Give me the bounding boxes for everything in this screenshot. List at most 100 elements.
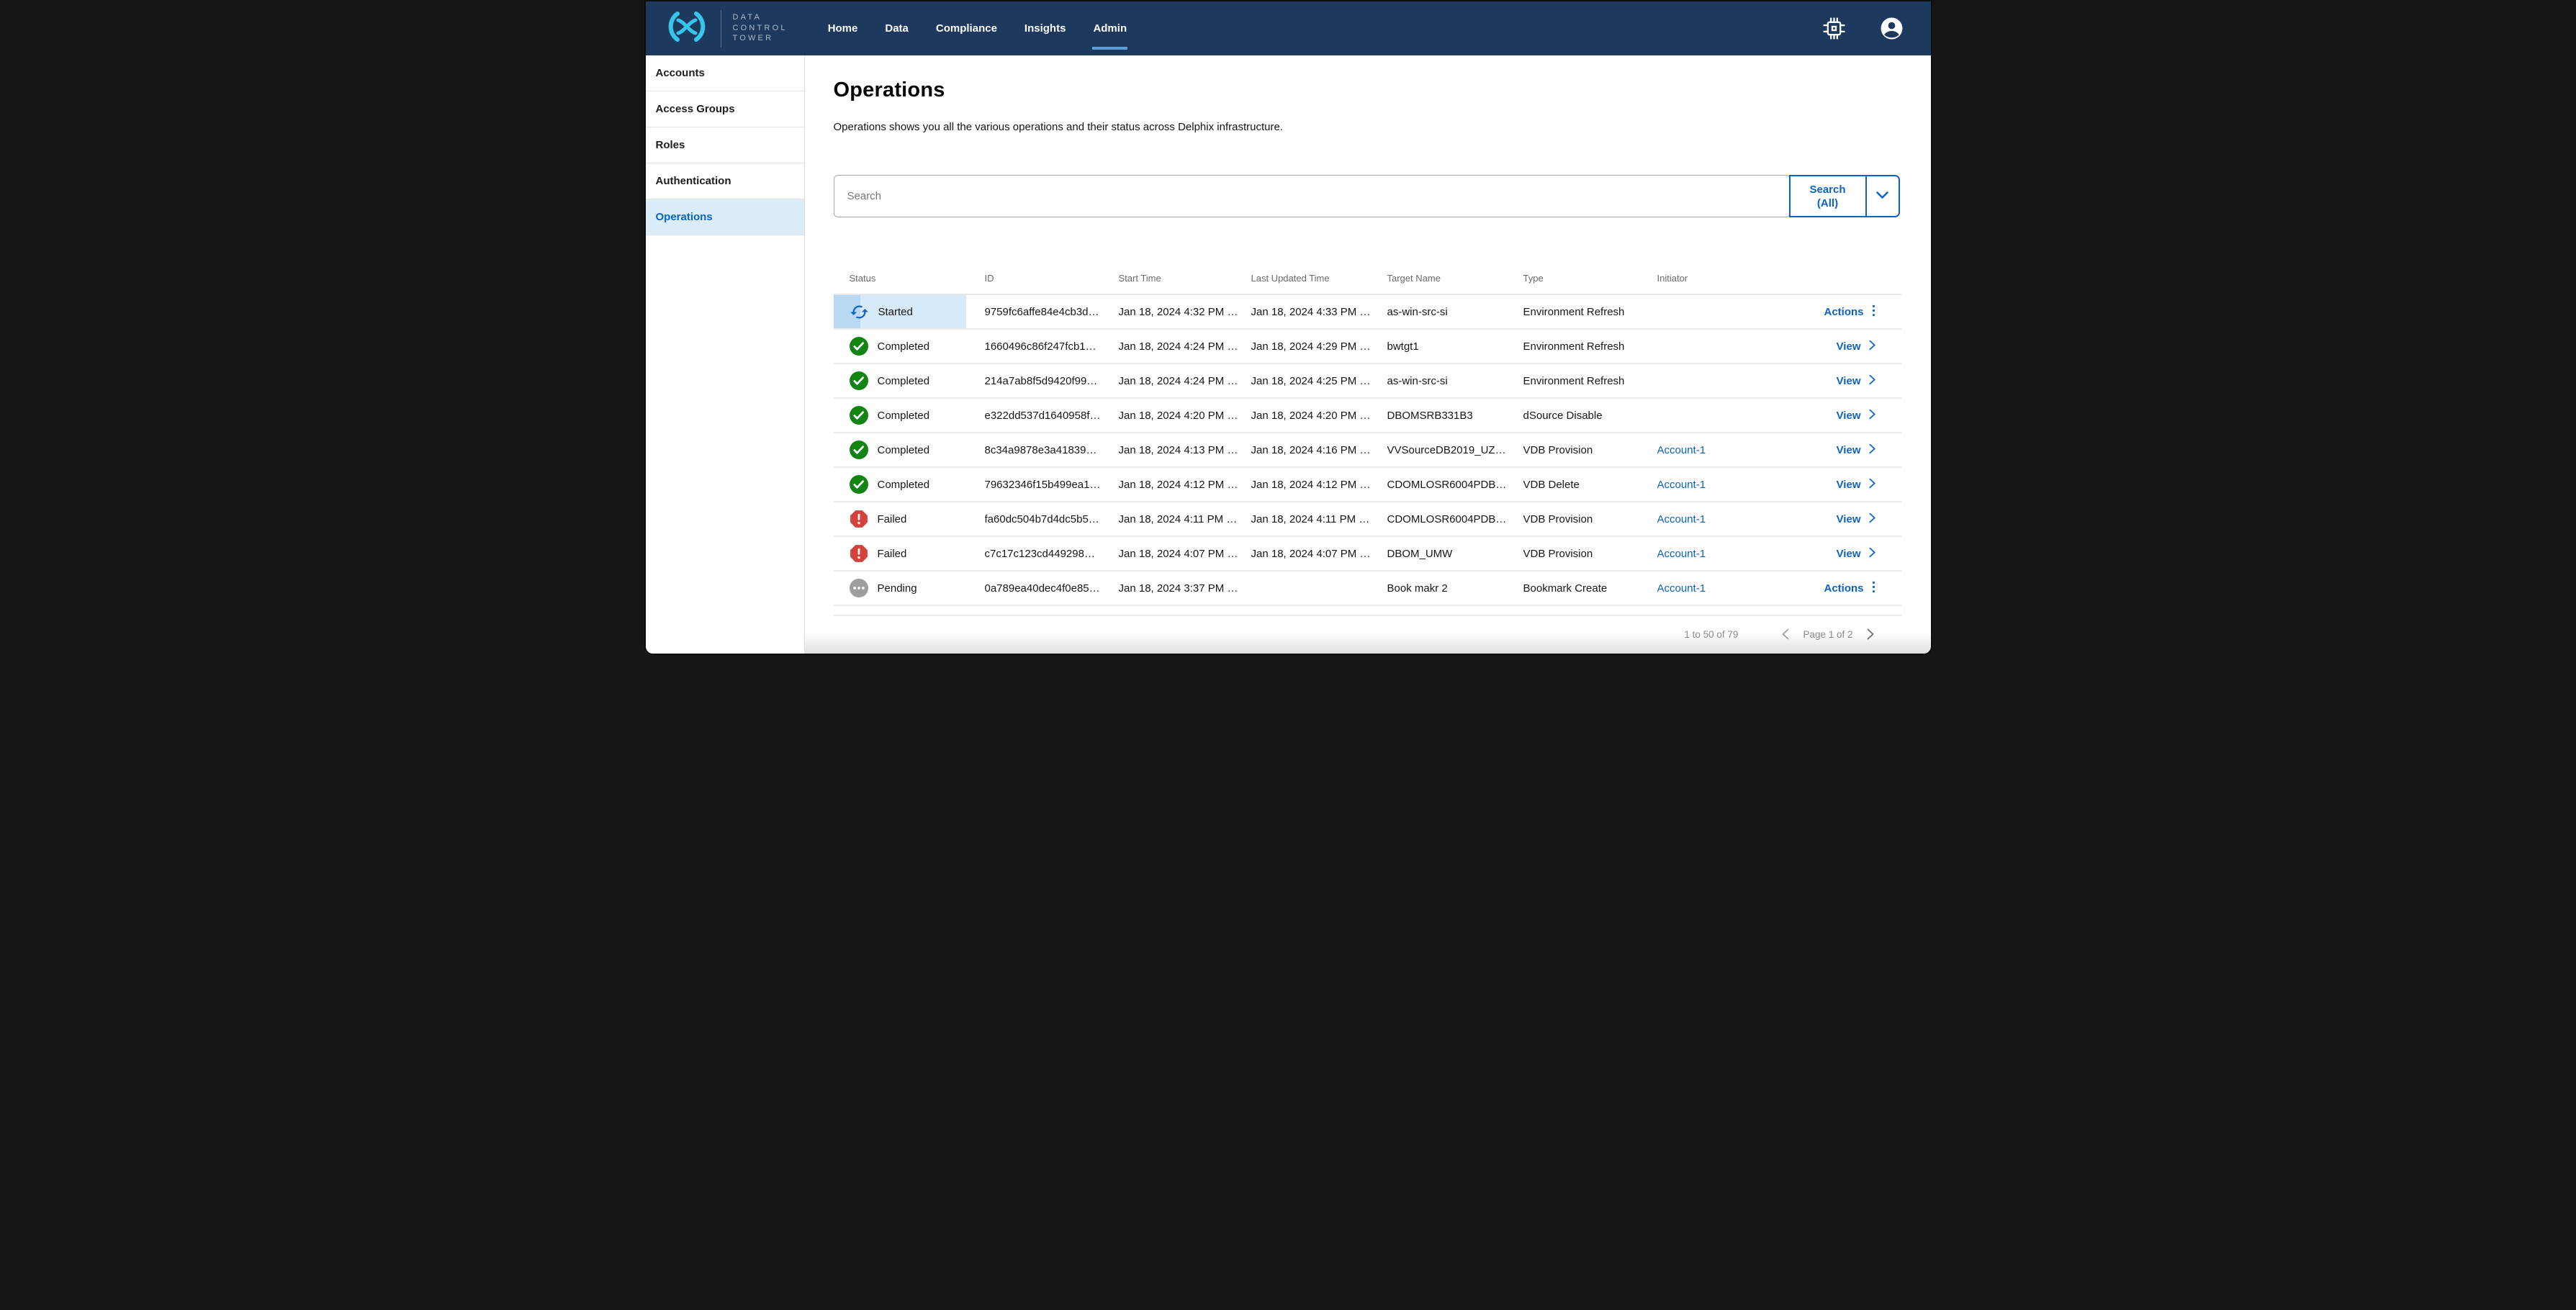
sync-icon <box>850 302 869 322</box>
brand-line-3: TOWER <box>733 34 788 44</box>
nav-item-admin[interactable]: Admin <box>1093 1 1127 55</box>
status-cell: Started <box>834 295 985 328</box>
brand-line-1: DATA <box>733 13 788 23</box>
table-row: Completed 214a7ab8f5d9420f99… Jan 18, 20… <box>834 364 1901 399</box>
view-link[interactable]: View <box>1837 443 1875 457</box>
search-button-group: Search (All) <box>1789 175 1900 217</box>
start-time: Jan 18, 2024 4:24 PM … <box>1119 340 1251 353</box>
actions-button[interactable]: Actions <box>1824 580 1875 597</box>
status-label: Completed <box>878 410 930 422</box>
operation-type: VDB Delete <box>1523 479 1657 491</box>
initiator-cell: Account-1 <box>1657 513 1773 525</box>
api-chip-icon[interactable] <box>1823 17 1845 40</box>
pagination-page: Page 1 of 2 <box>1803 629 1852 640</box>
chevron-left-icon[interactable] <box>1780 627 1791 641</box>
data-control-tower-app: DATA CONTROL TOWER Home Data Compliance Ins… <box>644 0 1932 655</box>
start-time: Jan 18, 2024 4:12 PM … <box>1119 479 1251 491</box>
delphix-x-logo-icon <box>663 10 711 47</box>
view-link[interactable]: View <box>1837 547 1875 561</box>
initiator-link[interactable]: Account-1 <box>1657 479 1706 491</box>
sidebar-item-accounts[interactable]: Accounts <box>646 55 804 91</box>
view-link[interactable]: View <box>1837 478 1875 492</box>
view-label: View <box>1837 444 1861 456</box>
chevron-down-icon <box>1876 191 1888 202</box>
status-cell: Completed <box>834 364 985 397</box>
search-bar: Search (All) <box>834 175 1901 217</box>
view-link[interactable]: View <box>1837 409 1875 423</box>
last-updated-time: Jan 18, 2024 4:33 PM … <box>1251 306 1387 318</box>
view-link[interactable]: View <box>1837 374 1875 388</box>
table-row: Completed 79632346f15b499ea1… Jan 18, 20… <box>834 468 1901 502</box>
search-all-button[interactable]: Search (All) <box>1791 176 1865 216</box>
sidebar-item-operations[interactable]: Operations <box>646 199 804 235</box>
operation-type: VDB Provision <box>1523 513 1657 525</box>
nav-item-label: Admin <box>1093 22 1127 35</box>
target-name: bwtgt1 <box>1387 340 1523 353</box>
status-cell: Completed <box>834 468 985 501</box>
sidebar-item-roles[interactable]: Roles <box>646 127 804 163</box>
nav-item-compliance[interactable]: Compliance <box>936 1 997 55</box>
nav-item-label: Insights <box>1024 22 1066 35</box>
top-navbar: DATA CONTROL TOWER Home Data Compliance Ins… <box>646 1 1931 55</box>
action-cell: View <box>1773 340 1901 353</box>
last-updated-time: Jan 18, 2024 4:20 PM … <box>1251 410 1387 422</box>
chevron-right-icon <box>1869 443 1875 457</box>
sidebar-item-label: Access Groups <box>656 103 735 115</box>
nav-item-insights[interactable]: Insights <box>1024 1 1066 55</box>
error-octagon-icon <box>850 544 868 563</box>
view-label: View <box>1837 340 1861 353</box>
search-scope-dropdown[interactable] <box>1867 176 1899 216</box>
target-name: as-win-src-si <box>1387 306 1523 318</box>
column-header-target-name: Target Name <box>1387 273 1523 284</box>
check-circle-icon <box>850 337 868 356</box>
start-time: Jan 18, 2024 4:13 PM … <box>1119 444 1251 456</box>
table-row: Completed 8c34a9878e3a41839… Jan 18, 202… <box>834 433 1901 468</box>
nav-item-home[interactable]: Home <box>828 1 858 55</box>
target-name: DBOMSRB331B3 <box>1387 410 1523 422</box>
sidebar-item-access-groups[interactable]: Access Groups <box>646 91 804 127</box>
action-cell: View <box>1773 547 1901 561</box>
kebab-menu-icon <box>1872 580 1875 597</box>
page-description: Operations shows you all the various ope… <box>834 121 1901 133</box>
initiator-link[interactable]: Account-1 <box>1657 548 1706 560</box>
last-updated-time: Jan 18, 2024 4:29 PM … <box>1251 340 1387 353</box>
initiator-link[interactable]: Account-1 <box>1657 582 1706 595</box>
initiator-link[interactable]: Account-1 <box>1657 444 1706 456</box>
sidebar-item-authentication[interactable]: Authentication <box>646 163 804 199</box>
admin-sidebar: Accounts Access Groups Roles Authentication… <box>646 55 805 654</box>
chevron-right-icon[interactable] <box>1865 627 1875 641</box>
column-header-id: ID <box>985 273 1119 284</box>
column-header-status: Status <box>834 273 985 284</box>
search-input[interactable] <box>834 175 1791 217</box>
status-label: Completed <box>878 375 930 387</box>
column-header-initiator: Initiator <box>1657 273 1773 284</box>
table-row: Started 9759fc6affe84e4cb3d… Jan 18, 202… <box>834 295 1901 330</box>
view-label: View <box>1837 410 1861 422</box>
status-cell: Failed <box>834 502 985 536</box>
status-label: Completed <box>878 340 930 353</box>
initiator-link[interactable]: Account-1 <box>1657 513 1706 525</box>
dct-logo: DATA CONTROL TOWER <box>663 10 788 48</box>
navbar-right <box>1823 17 1914 40</box>
table-row: Pending 0a789ea40dec4f0e85… Jan 18, 2024… <box>834 572 1901 606</box>
sidebar-item-label: Authentication <box>656 175 731 187</box>
view-link[interactable]: View <box>1837 340 1875 353</box>
table-row-partial <box>834 606 1901 616</box>
status-label: Started <box>878 306 913 318</box>
operation-id: 214a7ab8f5d9420f99… <box>985 375 1119 387</box>
account-icon[interactable] <box>1880 17 1904 40</box>
actions-button[interactable]: Actions <box>1824 304 1875 320</box>
initiator-cell: Account-1 <box>1657 444 1773 456</box>
operation-id: fa60dc504b7d4dc5b5… <box>985 513 1119 525</box>
action-cell: View <box>1773 409 1901 423</box>
status-cell: Completed <box>834 330 985 363</box>
pending-ellipsis-icon <box>850 579 868 597</box>
pagination: 1 to 50 of 79 Page 1 of 2 <box>834 616 1901 652</box>
sidebar-item-label: Roles <box>656 139 685 151</box>
actions-label: Actions <box>1824 306 1863 318</box>
nav-item-data[interactable]: Data <box>885 1 909 55</box>
chevron-right-icon <box>1869 340 1875 353</box>
view-link[interactable]: View <box>1837 512 1875 526</box>
last-updated-time: Jan 18, 2024 4:16 PM … <box>1251 444 1387 456</box>
check-circle-icon <box>850 406 868 425</box>
